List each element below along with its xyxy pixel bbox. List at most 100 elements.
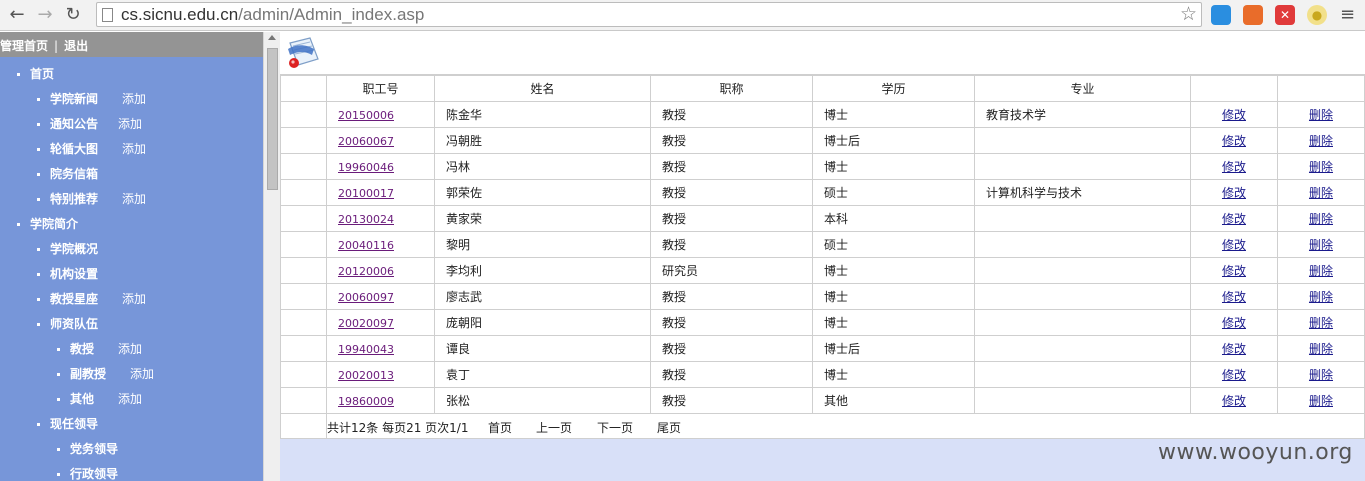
staff-id-link[interactable]: 20040116 bbox=[338, 239, 394, 252]
extension-2-icon[interactable] bbox=[1243, 5, 1263, 25]
sidebar-item[interactable]: 学院新闻 添加 bbox=[0, 87, 263, 112]
sidebar-item[interactable]: 通知公告 添加 bbox=[0, 112, 263, 137]
staff-id-link[interactable]: 20130024 bbox=[338, 213, 394, 226]
url-text[interactable]: cs.sicnu.edu.cn/admin/Admin_index.asp bbox=[121, 5, 424, 25]
sidebar-item[interactable]: 党务领导 bbox=[0, 437, 263, 462]
sidebar-item-label[interactable]: 通知公告 bbox=[50, 112, 98, 137]
forward-arrow-icon[interactable]: → bbox=[34, 4, 56, 26]
delete-link[interactable]: 删除 bbox=[1309, 368, 1333, 382]
staff-id-link[interactable]: 20020013 bbox=[338, 369, 394, 382]
pager-first-link[interactable]: 首页 bbox=[488, 419, 512, 436]
sidebar-item-label[interactable]: 学院新闻 bbox=[50, 87, 98, 112]
edit-link[interactable]: 修改 bbox=[1222, 394, 1246, 408]
edit-link[interactable]: 修改 bbox=[1222, 160, 1246, 174]
sidebar-item-label[interactable]: 学院概况 bbox=[50, 237, 98, 262]
sidebar-item[interactable]: 教授星座 添加 bbox=[0, 287, 263, 312]
pager-next-link[interactable]: 下一页 bbox=[597, 419, 633, 436]
delete-link[interactable]: 删除 bbox=[1309, 316, 1333, 330]
delete-link[interactable]: 删除 bbox=[1309, 394, 1333, 408]
delete-link[interactable]: 删除 bbox=[1309, 212, 1333, 226]
sidebar-item[interactable]: 特别推荐 添加 bbox=[0, 187, 263, 212]
delete-link[interactable]: 删除 bbox=[1309, 264, 1333, 278]
delete-link[interactable]: 删除 bbox=[1309, 238, 1333, 252]
sidebar-add-link[interactable]: 添加 bbox=[118, 112, 142, 137]
sidebar-item[interactable]: 轮循大图 添加 bbox=[0, 137, 263, 162]
edit-link[interactable]: 修改 bbox=[1222, 108, 1246, 122]
sidebar-add-link[interactable]: 添加 bbox=[118, 337, 142, 362]
sidebar-item-label[interactable]: 轮循大图 bbox=[50, 137, 98, 162]
sidebar-scrollbar[interactable] bbox=[263, 32, 280, 481]
edit-link[interactable]: 修改 bbox=[1222, 212, 1246, 226]
sidebar-item[interactable]: 其他 添加 bbox=[0, 387, 263, 412]
sidebar-item-label[interactable]: 教授星座 bbox=[50, 287, 98, 312]
sidebar-item[interactable]: 师资队伍 bbox=[0, 312, 263, 337]
sidebar-add-link[interactable]: 添加 bbox=[118, 387, 142, 412]
sidebar-item-label[interactable]: 学院简介 bbox=[30, 212, 78, 237]
delete-link[interactable]: 删除 bbox=[1309, 160, 1333, 174]
staff-id-link[interactable]: 20060097 bbox=[338, 291, 394, 304]
edit-link[interactable]: 修改 bbox=[1222, 264, 1246, 278]
sidebar-item-label[interactable]: 现任领导 bbox=[50, 412, 98, 437]
delete-link[interactable]: 删除 bbox=[1309, 342, 1333, 356]
sidebar-add-link[interactable]: 添加 bbox=[122, 187, 146, 212]
sidebar-item-label[interactable]: 机构设置 bbox=[50, 262, 98, 287]
edit-link[interactable]: 修改 bbox=[1222, 316, 1246, 330]
sidebar-item-label[interactable]: 副教授 bbox=[70, 362, 106, 387]
staff-id-link[interactable]: 19860009 bbox=[338, 395, 394, 408]
address-bar[interactable]: cs.sicnu.edu.cn/admin/Admin_index.asp ☆ bbox=[96, 2, 1202, 27]
delete-link[interactable]: 删除 bbox=[1309, 108, 1333, 122]
edit-link[interactable]: 修改 bbox=[1222, 186, 1246, 200]
sidebar-item-label[interactable]: 特别推荐 bbox=[50, 187, 98, 212]
sidebar-add-link[interactable]: 添加 bbox=[130, 362, 154, 387]
sidebar-item[interactable]: 机构设置 bbox=[0, 262, 263, 287]
pager-last-link[interactable]: 尾页 bbox=[657, 419, 681, 436]
edit-link[interactable]: 修改 bbox=[1222, 134, 1246, 148]
bookmark-star-icon[interactable]: ☆ bbox=[1180, 3, 1197, 26]
bullet-icon bbox=[57, 473, 60, 476]
extension-3-icon[interactable]: ✕ bbox=[1275, 5, 1295, 25]
logout-link[interactable]: 退出 bbox=[64, 32, 88, 61]
staff-id-link[interactable]: 20150006 bbox=[338, 109, 394, 122]
delete-link[interactable]: 删除 bbox=[1309, 186, 1333, 200]
sidebar-item[interactable]: 现任领导 bbox=[0, 412, 263, 437]
sidebar-item[interactable]: 学院简介 bbox=[0, 212, 263, 237]
staff-id-link[interactable]: 20120006 bbox=[338, 265, 394, 278]
sidebar-item-label[interactable]: 其他 bbox=[70, 387, 94, 412]
sidebar-item-label[interactable]: 党务领导 bbox=[70, 437, 118, 462]
sidebar-item[interactable]: 院务信箱 bbox=[0, 162, 263, 187]
back-arrow-icon[interactable]: ← bbox=[6, 4, 28, 26]
sidebar-item[interactable]: 行政领导 bbox=[0, 462, 263, 481]
staff-id-cell: 20120006 bbox=[326, 257, 435, 284]
scroll-up-icon[interactable] bbox=[268, 35, 276, 40]
delete-link[interactable]: 删除 bbox=[1309, 290, 1333, 304]
edit-link[interactable]: 修改 bbox=[1222, 368, 1246, 382]
sidebar-item[interactable]: 副教授 添加 bbox=[0, 362, 263, 387]
edit-link[interactable]: 修改 bbox=[1222, 342, 1246, 356]
staff-id-link[interactable]: 20020097 bbox=[338, 317, 394, 330]
sidebar-item[interactable]: 教授 添加 bbox=[0, 337, 263, 362]
sidebar-item[interactable]: 学院概况 bbox=[0, 237, 263, 262]
sidebar-item-label[interactable]: 首页 bbox=[30, 62, 54, 87]
pager-prev-link[interactable]: 上一页 bbox=[536, 419, 572, 436]
browser-menu-icon[interactable]: ≡ bbox=[1340, 4, 1355, 26]
delete-link[interactable]: 删除 bbox=[1309, 134, 1333, 148]
staff-id-link[interactable]: 19960046 bbox=[338, 161, 394, 174]
sidebar-item-label[interactable]: 师资队伍 bbox=[50, 312, 98, 337]
staff-id-link[interactable]: 20060067 bbox=[338, 135, 394, 148]
staff-id-link[interactable]: 20100017 bbox=[338, 187, 394, 200]
extension-4-icon[interactable]: ● bbox=[1307, 5, 1327, 25]
staff-id-link[interactable]: 19940043 bbox=[338, 343, 394, 356]
sidebar-item-label[interactable]: 教授 bbox=[70, 337, 94, 362]
scrollbar-thumb[interactable] bbox=[267, 48, 278, 190]
sidebar-item-label[interactable]: 行政领导 bbox=[70, 462, 118, 481]
sidebar-add-link[interactable]: 添加 bbox=[122, 287, 146, 312]
sidebar-item[interactable]: 首页 bbox=[0, 62, 263, 87]
sidebar-item-label[interactable]: 院务信箱 bbox=[50, 162, 98, 187]
reload-icon[interactable]: ↻ bbox=[62, 4, 84, 26]
edit-link[interactable]: 修改 bbox=[1222, 238, 1246, 252]
sidebar-add-link[interactable]: 添加 bbox=[122, 87, 146, 112]
sidebar-add-link[interactable]: 添加 bbox=[122, 137, 146, 162]
edit-link[interactable]: 修改 bbox=[1222, 290, 1246, 304]
admin-home-link[interactable]: 管理首页 bbox=[0, 32, 48, 61]
extension-1-icon[interactable] bbox=[1211, 5, 1231, 25]
